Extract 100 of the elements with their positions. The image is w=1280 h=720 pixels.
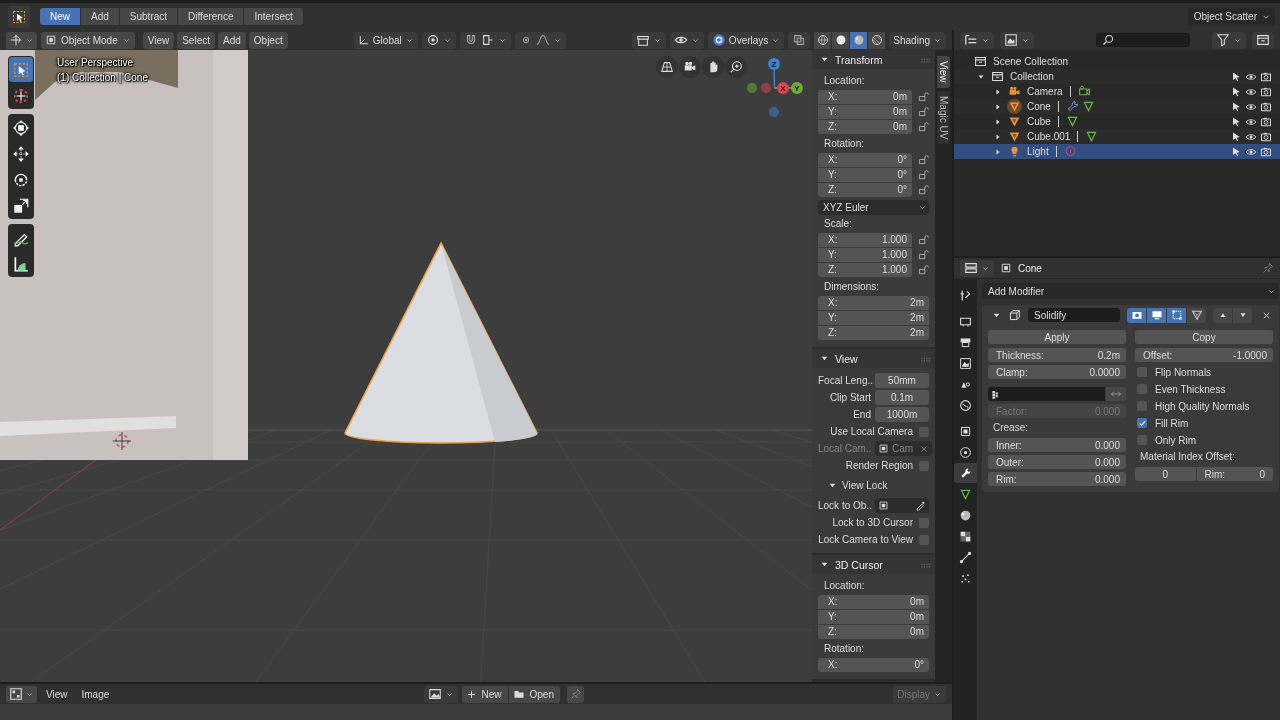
editor-type-button[interactable] [960, 259, 994, 277]
properties-tab[interactable] [954, 463, 977, 483]
number-field[interactable]: Y: 0m [818, 104, 912, 119]
disclosure-triangle-icon[interactable] [994, 117, 1002, 126]
unlocked-icon[interactable] [918, 234, 929, 245]
checkbox[interactable] [919, 426, 929, 437]
panel-header[interactable]: 3D Cursor [812, 555, 935, 574]
unlocked-icon[interactable] [918, 249, 929, 260]
boolean-mode-button[interactable]: Intersect [244, 8, 303, 25]
unlocked-icon[interactable] [918, 184, 929, 195]
number-field[interactable]: Outer: 0.000 [988, 455, 1126, 469]
axis-handle[interactable]: Y [791, 82, 803, 94]
shading-mode-button[interactable] [814, 31, 832, 49]
axis-dot[interactable] [747, 83, 757, 93]
pointer-icon[interactable] [1230, 145, 1242, 158]
unlocked-icon[interactable] [918, 169, 929, 180]
number-field[interactable]: Z: 1.000 [818, 262, 912, 277]
menu-item[interactable]: Add [218, 31, 246, 49]
shading-mode-button[interactable] [868, 31, 886, 49]
new-collection-button[interactable] [1252, 31, 1274, 49]
camera-view-button[interactable] [679, 56, 701, 78]
number-field[interactable]: X: 0m [818, 594, 929, 609]
axis-handle[interactable]: X [777, 82, 789, 94]
number-field[interactable]: Offset: -1.0000 [1135, 348, 1273, 362]
overlays-dropdown[interactable]: Overlays [707, 31, 785, 49]
unlocked-icon[interactable] [918, 264, 929, 275]
add-modifier-dropdown[interactable]: Add Modifier [982, 283, 1279, 299]
editor-type-button[interactable] [960, 31, 994, 49]
camera-icon[interactable] [1260, 115, 1272, 128]
proportional-edit-button[interactable] [514, 31, 566, 49]
disclosure-triangle-icon[interactable] [994, 102, 1002, 111]
shading-mode-button[interactable] [832, 31, 850, 49]
xray-button[interactable] [788, 31, 811, 49]
outliner-row[interactable]: Light [954, 144, 1280, 159]
unlocked-icon[interactable] [918, 154, 929, 165]
search-field[interactable] [1096, 33, 1190, 47]
checkbox[interactable] [919, 517, 929, 528]
checkbox[interactable] [1137, 435, 1147, 445]
number-field[interactable]: X: 0m [818, 89, 912, 104]
boolean-mode-button[interactable]: Add [81, 8, 119, 25]
number-field[interactable]: X: 0° [818, 657, 929, 672]
modifier-name-field[interactable]: Solidify [1028, 308, 1120, 322]
vertex-group-field[interactable] [988, 387, 1105, 401]
shading-mode-button[interactable] [850, 31, 868, 49]
checkbox[interactable] [1137, 384, 1147, 394]
number-field[interactable]: Rim: 0.000 [988, 472, 1126, 486]
outliner-row[interactable]: Scene Collection [954, 54, 1280, 69]
zoom-button[interactable] [725, 56, 747, 78]
object-types-button[interactable] [631, 31, 666, 49]
number-field[interactable]: Z: 2m [818, 325, 929, 340]
new-image-button[interactable]: New [461, 685, 508, 703]
snap-button[interactable] [459, 31, 511, 49]
number-field[interactable]: Y: 0m [818, 609, 929, 624]
camera-icon[interactable] [1260, 100, 1272, 113]
boolean-mode-button[interactable]: Subtract [119, 8, 178, 25]
camera-icon[interactable] [1260, 85, 1272, 98]
checkbox[interactable] [919, 534, 929, 545]
pin-button[interactable] [567, 685, 584, 703]
number-field[interactable]: X: 0° [818, 152, 912, 167]
mesh-data-icon[interactable] [1085, 130, 1099, 143]
axis-handle[interactable]: Z [768, 58, 780, 70]
camera-icon[interactable] [1260, 70, 1272, 83]
menu-item[interactable]: Object [248, 31, 288, 49]
boolean-mode-button[interactable]: New [40, 8, 80, 25]
menu-item[interactable]: View [142, 31, 175, 49]
pin-icon[interactable] [1262, 262, 1274, 274]
pointer-icon[interactable] [1230, 130, 1242, 143]
orientation-dropdown[interactable]: Global [353, 31, 418, 49]
number-field[interactable]: Y: 1.000 [818, 247, 912, 262]
sidebar-tab[interactable]: Magic UV [937, 90, 950, 144]
outliner-row[interactable]: Camera [954, 84, 1280, 99]
disclosure-triangle-icon[interactable] [994, 132, 1002, 141]
boolean-mode-button[interactable]: Difference [178, 8, 244, 25]
disclosure-triangle-icon[interactable] [994, 87, 1002, 96]
sidebar-tab[interactable]: View [937, 56, 950, 88]
visibility-button[interactable] [669, 31, 704, 49]
modifier-toggle-button[interactable] [1127, 307, 1146, 323]
number-field[interactable]: 1000m [875, 407, 929, 422]
number-field[interactable]: 0 [1135, 467, 1196, 481]
checkbox[interactable] [919, 460, 929, 471]
camera-data-icon[interactable] [1077, 85, 1091, 98]
display-mode-button[interactable] [1000, 31, 1034, 49]
number-field[interactable]: Thickness: 0.2m [988, 348, 1126, 362]
number-field[interactable]: Rim: 0 [1196, 467, 1273, 481]
open-image-button[interactable]: Open [508, 685, 560, 703]
axis-dot[interactable] [761, 83, 771, 93]
rotation-mode-dropdown[interactable]: XYZ Euler [818, 200, 929, 215]
camera-icon[interactable] [1260, 130, 1272, 143]
checkbox[interactable] [1137, 367, 1147, 377]
number-field[interactable]: Y: 0° [818, 167, 912, 182]
panel-header[interactable]: View [812, 349, 935, 368]
number-field[interactable]: Z: 0m [818, 119, 912, 134]
menu-item[interactable]: Select [177, 31, 215, 49]
number-field[interactable]: X: 1.000 [818, 232, 912, 247]
disclosure-triangle-icon[interactable] [994, 147, 1002, 156]
pan-button[interactable] [702, 56, 724, 78]
number-field[interactable]: Z: 0m [818, 624, 929, 639]
menu-item[interactable]: View [41, 685, 73, 703]
wrench-icon[interactable] [1065, 100, 1079, 113]
preset-dropdown[interactable]: Object Scatter [1187, 7, 1275, 26]
